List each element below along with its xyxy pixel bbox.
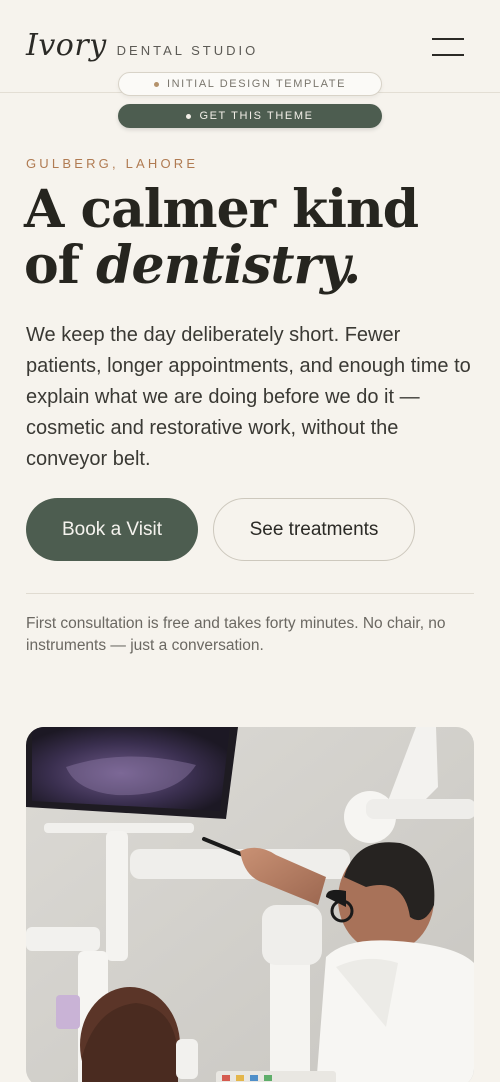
consultation-note: First consultation is free and takes for…: [26, 615, 446, 654]
headline-emphasis: dentistry.: [96, 235, 361, 296]
hero-lede: We keep the day deliberately short. Fewe…: [26, 324, 471, 470]
headline-line-1: A calmer kind: [24, 179, 419, 240]
headline-of: of: [24, 235, 80, 296]
brand-logo[interactable]: Ivory DENTAL STUDIO: [26, 28, 258, 63]
template-badge: INITIAL DESIGN TEMPLATE: [118, 72, 382, 96]
divider: [26, 593, 474, 594]
logo-wordmark: Ivory: [26, 28, 107, 63]
book-visit-button[interactable]: Book a Visit: [26, 498, 198, 561]
logo-subtitle: DENTAL STUDIO: [116, 43, 259, 58]
hero-photo-dentist: [26, 727, 474, 1082]
bullet-dot-icon: [186, 113, 192, 119]
template-badge-label: INITIAL DESIGN TEMPLATE: [166, 78, 346, 90]
see-treatments-button[interactable]: See treatments: [213, 498, 415, 561]
hamburger-menu-icon[interactable]: [432, 37, 464, 57]
hero-headline: A calmer kind of dentistry.: [24, 182, 484, 294]
location-eyebrow: GULBERG, LAHORE: [26, 156, 199, 171]
bullet-dot-icon: [153, 81, 159, 87]
get-theme-label: GET THIS THEME: [199, 110, 314, 122]
get-theme-button[interactable]: GET THIS THEME: [118, 104, 382, 128]
